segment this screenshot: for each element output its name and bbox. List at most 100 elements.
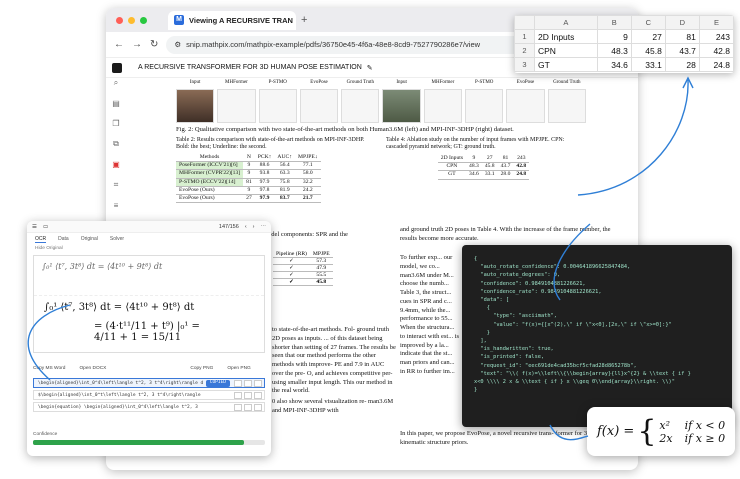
app-window-icon[interactable]: ▭ (43, 224, 48, 230)
sheet-cell[interactable]: 27 (630, 29, 666, 44)
copy-icon[interactable] (234, 379, 242, 387)
back-icon[interactable]: ← (114, 39, 124, 50)
sheet-cell[interactable]: 9 (596, 29, 632, 44)
result-row[interactable]: $\begin{aligned}\int_0^t\left\langle t^2… (33, 390, 265, 400)
table-cell: 55.5 (309, 271, 333, 279)
result-row[interactable]: \begin{aligned}\int_0^4\left\langle t^2,… (33, 378, 265, 388)
minimize-dot[interactable] (128, 16, 135, 24)
sidebar-crop-icon[interactable]: ⌗ (114, 180, 119, 190)
sheet-cell[interactable]: 42.8 (698, 43, 734, 58)
table-cell: 43.7 (497, 162, 514, 172)
table-header-cell: Methods (176, 153, 244, 162)
table-row: ✓ 57.3 (273, 257, 333, 265)
site-info-icon[interactable]: ⚙ (174, 40, 181, 49)
table-header-cell: N (243, 153, 255, 162)
sheet-cell[interactable]: 243 (698, 29, 734, 44)
table-header-row: Methods N PCK↑ AUC↑ MPJPE↓ (176, 153, 321, 162)
sheet-cell[interactable]: CPN (534, 43, 598, 58)
edit-icon[interactable]: ✎ (367, 64, 373, 72)
spreadsheet-table: A B C D E 1 2D Inputs 9 27 81 243 2 CPN 48.3 45.8 43.7 4… (514, 15, 734, 72)
close-dot[interactable] (116, 16, 123, 24)
figure-cell: EvoPose (506, 80, 545, 123)
export-row: Copy MS Word Open DOCX Copy PNG Open PNG (33, 366, 251, 371)
figure-cell: MHFormer (423, 80, 463, 123)
table-header-row: Pipeline (RR) MPJPE (273, 251, 333, 258)
search-icon[interactable] (254, 379, 262, 387)
edit-icon[interactable] (244, 403, 252, 411)
table-header-cell: Pipeline (RR) (273, 251, 310, 258)
table-row: ✓ 55.5 (273, 271, 333, 279)
new-tab-icon[interactable]: + (301, 14, 307, 26)
app-menu-icon[interactable]: ☰ (32, 224, 37, 230)
sidebar-pdf-icon[interactable]: ▣ (112, 160, 120, 169)
sheet-col-header[interactable]: C (630, 15, 666, 30)
sheet-row-number[interactable]: 1 (514, 29, 535, 44)
sheet-cell[interactable]: 34.6 (596, 57, 632, 72)
app-tab[interactable]: Solver (110, 236, 124, 243)
para-right: and ground truth 2D poses in Table 4. Wi… (400, 226, 611, 242)
sheet-row-number[interactable]: 2 (514, 43, 535, 58)
table-cell: 24.2 (295, 186, 321, 196)
sheet-cell[interactable]: 24.8 (698, 57, 734, 72)
hide-original[interactable]: Hide Original (27, 246, 271, 251)
sidebar-layers-icon[interactable]: ≡ (114, 201, 119, 210)
edit-icon[interactable] (244, 391, 252, 399)
next-icon[interactable]: › (253, 224, 255, 230)
sheet-col-header[interactable]: B (596, 15, 632, 30)
sidebar: ⌕ ▤ ❐ ⧉ ▣ ⌗ ≡ (106, 78, 126, 231)
sheet-col-header[interactable]: A (534, 15, 598, 30)
sheet-cell[interactable]: GT (534, 57, 598, 72)
sheet-row-number[interactable]: 3 (514, 57, 535, 72)
sidebar-copy-icon[interactable]: ⧉ (113, 139, 119, 149)
sheet-cell[interactable]: 45.8 (630, 43, 666, 58)
open-png-button[interactable]: Open PNG (227, 366, 250, 371)
mid-text: model components: SPR and the (263, 231, 348, 238)
sheet-cell[interactable]: 81 (664, 29, 700, 44)
para-left2: 0 also show several visualization re- ma… (272, 398, 394, 414)
sidebar-pages-icon[interactable]: ▤ (112, 99, 120, 108)
table-cell: 48.3 (466, 162, 482, 172)
edit-icon[interactable] (244, 379, 252, 387)
sidebar-search-icon[interactable]: ⌕ (114, 78, 118, 88)
handwritten-original: ∫₀¹ ⟨t⁷, 3t⁸⟩ dt = ⟨4t¹⁰ + 9t⁸⟩ dt (34, 256, 264, 296)
sheet-col-header[interactable]: E (698, 15, 734, 30)
prev-icon[interactable]: ‹ (245, 224, 247, 230)
table-row: CPN 48.3 45.8 43.7 42.8 (437, 162, 530, 172)
result-text: \begin{equation} \begin{aligned}\int_0^4… (38, 404, 198, 410)
search-icon[interactable] (254, 403, 262, 411)
sheet-col-header[interactable] (514, 15, 535, 30)
result-row[interactable]: \begin{equation} \begin{aligned}\int_0^4… (33, 402, 265, 412)
sheet-cell[interactable]: 2D Inputs (534, 29, 598, 44)
table-cell: 243 (513, 154, 530, 163)
app-tab[interactable]: Original (81, 236, 98, 243)
sheet-cell[interactable]: 33.1 (630, 57, 666, 72)
copy-png-button[interactable]: Copy PNG (190, 366, 213, 371)
copy-icon[interactable] (234, 391, 242, 399)
search-icon[interactable] (254, 391, 262, 399)
app-more-icon[interactable]: ⋯ (261, 224, 267, 230)
figure-label: P-STMO (268, 80, 287, 85)
copy-icon[interactable] (234, 403, 242, 411)
spreadsheet-overlay: A B C D E 1 2D Inputs 9 27 81 243 2 CPN 48.3 45.8 43.7 4… (514, 15, 734, 73)
sheet-col-header[interactable]: D (664, 15, 700, 30)
forward-icon[interactable]: → (132, 39, 142, 50)
browser-tab[interactable]: M Viewing A RECURSIVE TRAN ✕ (168, 10, 296, 30)
formula-card: f(x) = { x² if x < 0 2x if x ≥ 0 (587, 407, 735, 456)
sidebar-files-icon[interactable]: ❐ (112, 119, 119, 128)
open-docx-button[interactable]: Open DOCX (79, 366, 106, 371)
figure-label: Ground Truth (346, 80, 375, 85)
formula-case1: x² (659, 418, 671, 432)
figure-image (258, 88, 297, 123)
app-tab[interactable]: OCR (35, 236, 47, 243)
reload-icon[interactable]: ↻ (150, 39, 158, 50)
copy-ms-word-button[interactable]: Copy MS Word (33, 366, 65, 371)
maximize-dot[interactable] (140, 16, 147, 24)
figure-label: EvoPose (516, 80, 535, 85)
table-cell: 27 (481, 154, 498, 163)
sheet-cell[interactable]: 48.3 (596, 43, 632, 58)
sheet-header-row: ABCDE (514, 15, 734, 30)
app-tab[interactable]: Data (58, 236, 69, 243)
figure-image (382, 88, 421, 123)
sheet-cell[interactable]: 28 (664, 57, 700, 72)
sheet-cell[interactable]: 43.7 (664, 43, 700, 58)
